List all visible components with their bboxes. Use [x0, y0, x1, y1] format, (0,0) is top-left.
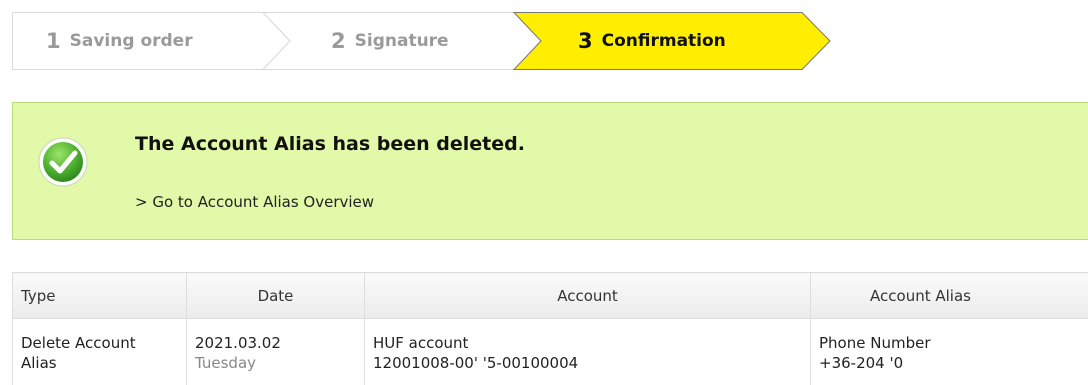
account-type: HUF account [373, 334, 469, 352]
alias-value: +36-204 '0 [819, 354, 904, 372]
check-circle-icon [38, 137, 88, 187]
column-header-account: Account [364, 272, 811, 319]
weekday-value: Tuesday [195, 354, 257, 372]
step-signature: 2 Signature [331, 12, 449, 70]
type-line-1: Delete Account [21, 334, 136, 352]
success-banner: The Account Alias has been deleted. > Go… [12, 102, 1088, 240]
column-header-account-alias: Account Alias [810, 272, 1088, 319]
step-label: Signature [354, 31, 449, 51]
step-label: Saving order [69, 31, 193, 51]
transaction-table: Type Date Account Account Alias Delete A… [12, 272, 1088, 385]
step-number: 1 [46, 29, 61, 53]
step-saving-order: 1 Saving order [46, 12, 193, 70]
account-number: 12001008-00' '5-00100004 [373, 354, 579, 372]
step-number: 3 [578, 29, 593, 53]
step-label: Confirmation [601, 31, 726, 51]
alias-type: Phone Number [819, 334, 931, 352]
table-row: Delete Account Alias 2021.03.02 Tuesday … [12, 318, 1088, 385]
date-value: 2021.03.02 [195, 334, 281, 352]
column-header-type: Type [12, 272, 187, 319]
table-header-row: Type Date Account Account Alias [12, 272, 1088, 319]
account-alias-overview-link[interactable]: > Go to Account Alias Overview [135, 193, 374, 211]
cell-type: Delete Account Alias [12, 318, 187, 385]
success-message: The Account Alias has been deleted. [135, 133, 525, 155]
cell-account: HUF account 12001008-00' '5-00100004 [364, 318, 811, 385]
page: 1 Saving order 2 Signature 3 Confirmatio… [0, 0, 1088, 385]
cell-account-alias: Phone Number +36-204 '0 [810, 318, 1088, 385]
column-header-date: Date [186, 272, 365, 319]
progress-stepper: 1 Saving order 2 Signature 3 Confirmatio… [12, 12, 832, 70]
cell-date: 2021.03.02 Tuesday [186, 318, 365, 385]
type-line-2: Alias [21, 354, 57, 372]
step-number: 2 [331, 29, 346, 53]
step-confirmation: 3 Confirmation [578, 12, 726, 70]
